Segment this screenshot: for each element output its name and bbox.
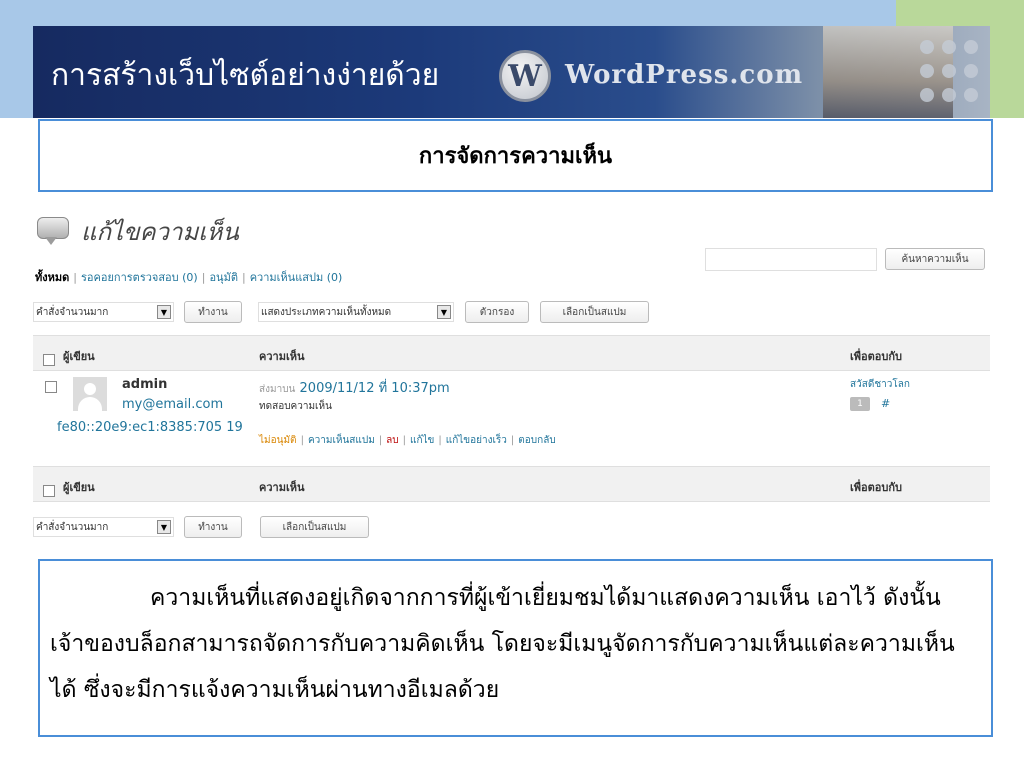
reply-link[interactable]: ตอบกลับ [518, 435, 555, 446]
admin-comments-screen: แก้ไขความเห็น ทั้งหมด | รอคอยการตรวจสอบ (0… [33, 192, 990, 550]
edit-link[interactable]: แก้ไข [410, 435, 434, 446]
comment-author-name: admin [122, 377, 168, 392]
banner-dots-decoration [920, 40, 980, 106]
bulk-actions-select-bottom[interactable]: คำสั่งจำนวนมาก ▼ [33, 517, 174, 537]
page-heading: แก้ไขความเห็น [37, 212, 239, 251]
unapprove-link[interactable]: ไม่อนุมัติ [259, 435, 297, 446]
submitted-prefix: ส่งมาบน [259, 384, 296, 395]
bulk-actions-select-top[interactable]: คำสั่งจำนวนมาก ▼ [33, 302, 174, 322]
col-author-bottom: ผู้เขียน [63, 481, 95, 494]
wordpress-wordmark: WordPress.com [565, 60, 804, 90]
select-all-checkbox[interactable] [43, 354, 55, 366]
comments-table-footer: ผู้เขียน ความเห็น เพื่อตอบกับ [33, 466, 990, 502]
filter-pending[interactable]: รอคอยการตรวจสอบ (0) [81, 271, 198, 284]
apply-button-top[interactable]: ทำงาน [184, 301, 242, 323]
col-comment: ความเห็น [259, 350, 305, 363]
filter-approved[interactable]: อนุมัติ [209, 271, 238, 284]
section-title-box: การจัดการความเห็น [38, 119, 993, 192]
apply-button-bottom[interactable]: ทำงาน [184, 516, 242, 538]
comment-row-actions: ไม่อนุมัติ | ความเห็นสแปม | ลบ | แก้ไข | แก้ไขอย… [259, 435, 556, 446]
page-title: แก้ไขความเห็น [81, 218, 239, 246]
spam-link[interactable]: ความเห็นสแปม [308, 435, 375, 446]
bulk-actions-value: คำสั่งจำนวนมาก [36, 306, 109, 318]
comment-submitted: ส่งมาบน 2009/11/12 ที่ 10:37pm [259, 377, 450, 398]
mark-spam-button-top[interactable]: เลือกเป็นสแปม [540, 301, 649, 323]
slide-banner: การสร้างเว็บไซต์อย่างง่ายด้วย W WordPres… [33, 26, 990, 118]
comment-status-filters: ทั้งหมด | รอคอยการตรวจสอบ (0) | อนุมัติ | ความ… [35, 271, 343, 284]
comments-icon [37, 216, 71, 247]
search-input[interactable] [705, 248, 877, 271]
submitted-date-link[interactable]: 2009/11/12 ที่ 10:37pm [300, 381, 450, 396]
filter-all[interactable]: ทั้งหมด [35, 271, 69, 284]
col-author: ผู้เขียน [63, 350, 95, 363]
section-title: การจัดการความเห็น [418, 143, 613, 169]
select-arrow-icon: ▼ [157, 520, 171, 534]
select-all-checkbox-bottom[interactable] [43, 485, 55, 497]
select-arrow-icon: ▼ [437, 305, 451, 319]
wordpress-logo-icon: W [499, 50, 551, 102]
post-permalink[interactable]: # [881, 397, 890, 410]
comments-table-header: ผู้เขียน ความเห็น เพื่อตอบกับ [33, 335, 990, 371]
delete-link[interactable]: ลบ [386, 435, 398, 446]
response-post-link[interactable]: สวัสดีชาวโลก [850, 377, 910, 392]
bulk-actions-value-bottom: คำสั่งจำนวนมาก [36, 521, 109, 533]
col-in-response-to: เพื่อตอบกับ [850, 350, 902, 363]
comment-type-value: แสดงประเภทความเห็นทั้งหมด [261, 306, 392, 318]
quick-edit-link[interactable]: แก้ไขอย่างเร็ว [446, 435, 507, 446]
col-in-response-to-bottom: เพื่อตอบกับ [850, 481, 902, 494]
col-comment-bottom: ความเห็น [259, 481, 305, 494]
avatar-icon [73, 377, 107, 411]
caption-box: ความเห็นที่แสดงอยู่เกิดจากการที่ผู้เข้าเ… [38, 559, 993, 737]
mark-spam-button-bottom[interactable]: เลือกเป็นสแปม [260, 516, 369, 538]
comment-type-select[interactable]: แสดงประเภทความเห็นทั้งหมด ▼ [258, 302, 454, 322]
comment-checkbox[interactable] [45, 381, 57, 393]
filter-button[interactable]: ตัวกรอง [465, 301, 529, 323]
caption-text: ความเห็นที่แสดงอยู่เกิดจากการที่ผู้เข้าเ… [50, 585, 955, 703]
post-comment-count-badge[interactable]: 1 [850, 397, 870, 411]
filter-spam[interactable]: ความเห็นแสปม (0) [250, 271, 343, 284]
comment-author-email[interactable]: my@email.com [122, 397, 223, 412]
search-comments-button[interactable]: ค้นหาความเห็น [885, 248, 985, 270]
select-arrow-icon: ▼ [157, 305, 171, 319]
comment-text: ทดสอบความเห็น [259, 401, 332, 412]
comment-author-ip[interactable]: fe80::20e9:ec1:8385:705 19 [57, 419, 257, 437]
table-row: admin my@email.com fe80::20e9:ec1:8385:7… [33, 373, 990, 466]
banner-title: การสร้างเว็บไซต์อย่างง่ายด้วย [51, 58, 440, 93]
